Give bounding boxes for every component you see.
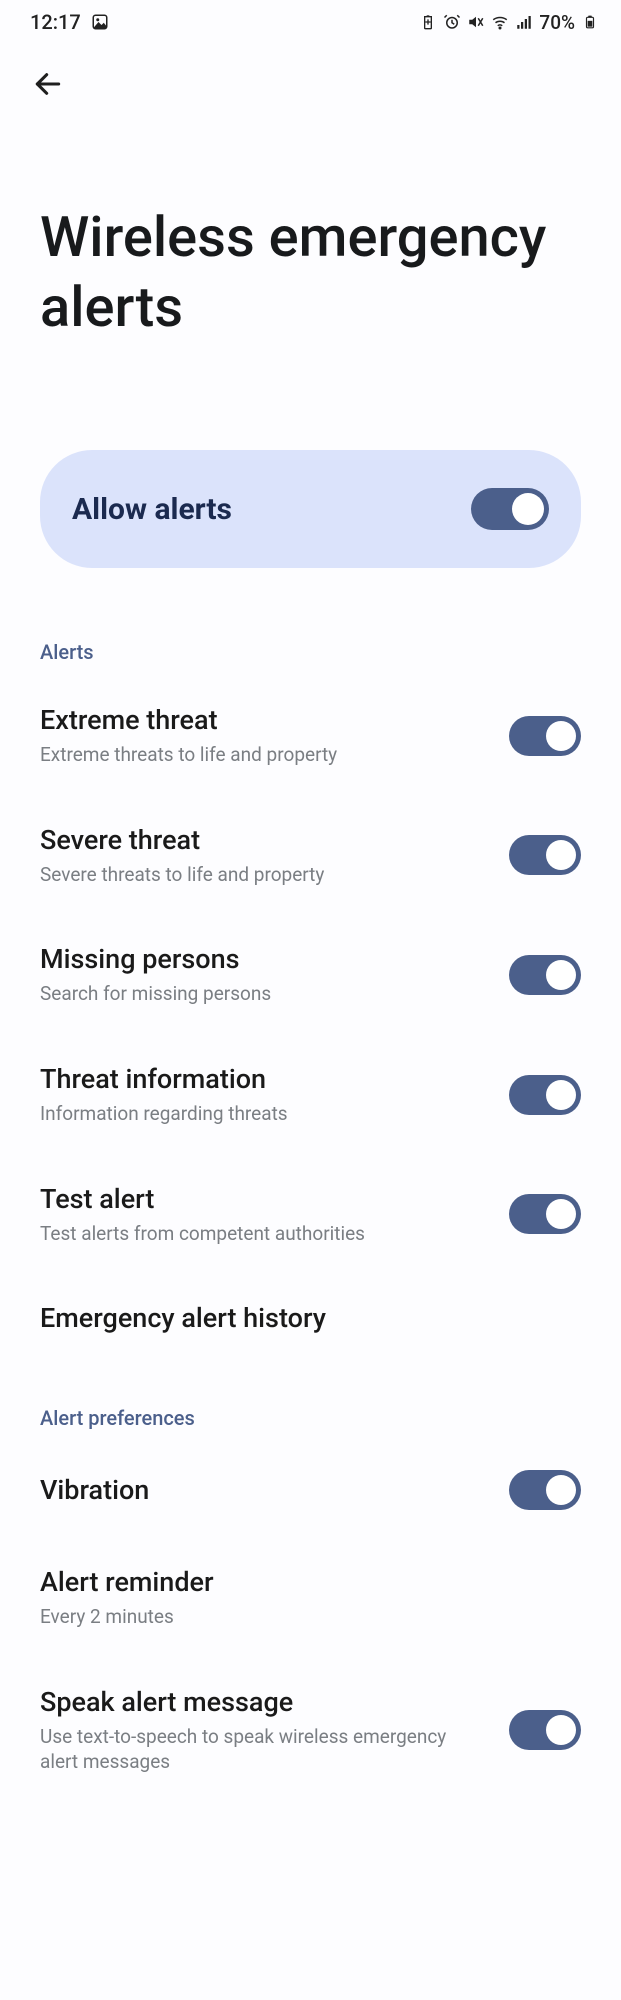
test-alert-row[interactable]: Test alert Test alerts from competent au… xyxy=(0,1155,621,1275)
battery-icon xyxy=(581,13,599,31)
allow-alerts-toggle[interactable] xyxy=(471,488,549,530)
speak-alert-sub: Use text-to-speech to speak wireless eme… xyxy=(40,1724,489,1775)
vibration-row[interactable]: Vibration xyxy=(0,1442,621,1538)
speak-alert-row[interactable]: Speak alert message Use text-to-speech t… xyxy=(0,1658,621,1803)
extreme-threat-row[interactable]: Extreme threat Extreme threats to life a… xyxy=(0,676,621,796)
arrow-left-icon xyxy=(32,68,64,100)
missing-persons-title: Missing persons xyxy=(40,943,489,975)
speak-alert-title: Speak alert message xyxy=(40,1686,489,1718)
severe-threat-row[interactable]: Severe threat Severe threats to life and… xyxy=(0,796,621,916)
section-header-alerts: Alerts xyxy=(0,568,621,676)
status-time: 12:17 xyxy=(30,10,81,34)
battery-percent: 70% xyxy=(539,11,575,34)
extreme-threat-sub: Extreme threats to life and property xyxy=(40,742,489,768)
threat-info-toggle[interactable] xyxy=(509,1075,581,1115)
image-indicator-icon xyxy=(91,13,109,31)
alarm-icon xyxy=(443,13,461,31)
allow-alerts-label: Allow alerts xyxy=(72,492,232,527)
back-button[interactable] xyxy=(28,64,68,104)
test-alert-sub: Test alerts from competent authorities xyxy=(40,1221,489,1247)
wifi-icon xyxy=(491,13,509,31)
extreme-threat-toggle[interactable] xyxy=(509,716,581,756)
status-bar: 12:17 70% xyxy=(0,0,621,40)
threat-info-row[interactable]: Threat information Information regarding… xyxy=(0,1035,621,1155)
missing-persons-sub: Search for missing persons xyxy=(40,981,489,1007)
section-header-prefs: Alert preferences xyxy=(0,1362,621,1442)
missing-persons-row[interactable]: Missing persons Search for missing perso… xyxy=(0,915,621,1035)
alert-reminder-sub: Every 2 minutes xyxy=(40,1604,581,1630)
severe-threat-toggle[interactable] xyxy=(509,835,581,875)
threat-info-sub: Information regarding threats xyxy=(40,1101,489,1127)
signal-icon xyxy=(515,13,533,31)
battery-saver-icon xyxy=(419,13,437,31)
speak-alert-toggle[interactable] xyxy=(509,1710,581,1750)
alert-reminder-title: Alert reminder xyxy=(40,1566,581,1598)
allow-alerts-row[interactable]: Allow alerts xyxy=(40,450,581,568)
emergency-history-row[interactable]: Emergency alert history xyxy=(0,1274,621,1362)
vibration-toggle[interactable] xyxy=(509,1470,581,1510)
emergency-history-title: Emergency alert history xyxy=(40,1302,581,1334)
alert-reminder-row[interactable]: Alert reminder Every 2 minutes xyxy=(0,1538,621,1658)
severe-threat-sub: Severe threats to life and property xyxy=(40,862,489,888)
volume-mute-icon xyxy=(467,13,485,31)
test-alert-toggle[interactable] xyxy=(509,1194,581,1234)
vibration-title: Vibration xyxy=(40,1474,489,1506)
missing-persons-toggle[interactable] xyxy=(509,955,581,995)
extreme-threat-title: Extreme threat xyxy=(40,704,489,736)
test-alert-title: Test alert xyxy=(40,1183,489,1215)
severe-threat-title: Severe threat xyxy=(40,824,489,856)
page-title: Wireless emergency alerts xyxy=(0,112,621,352)
threat-info-title: Threat information xyxy=(40,1063,489,1095)
